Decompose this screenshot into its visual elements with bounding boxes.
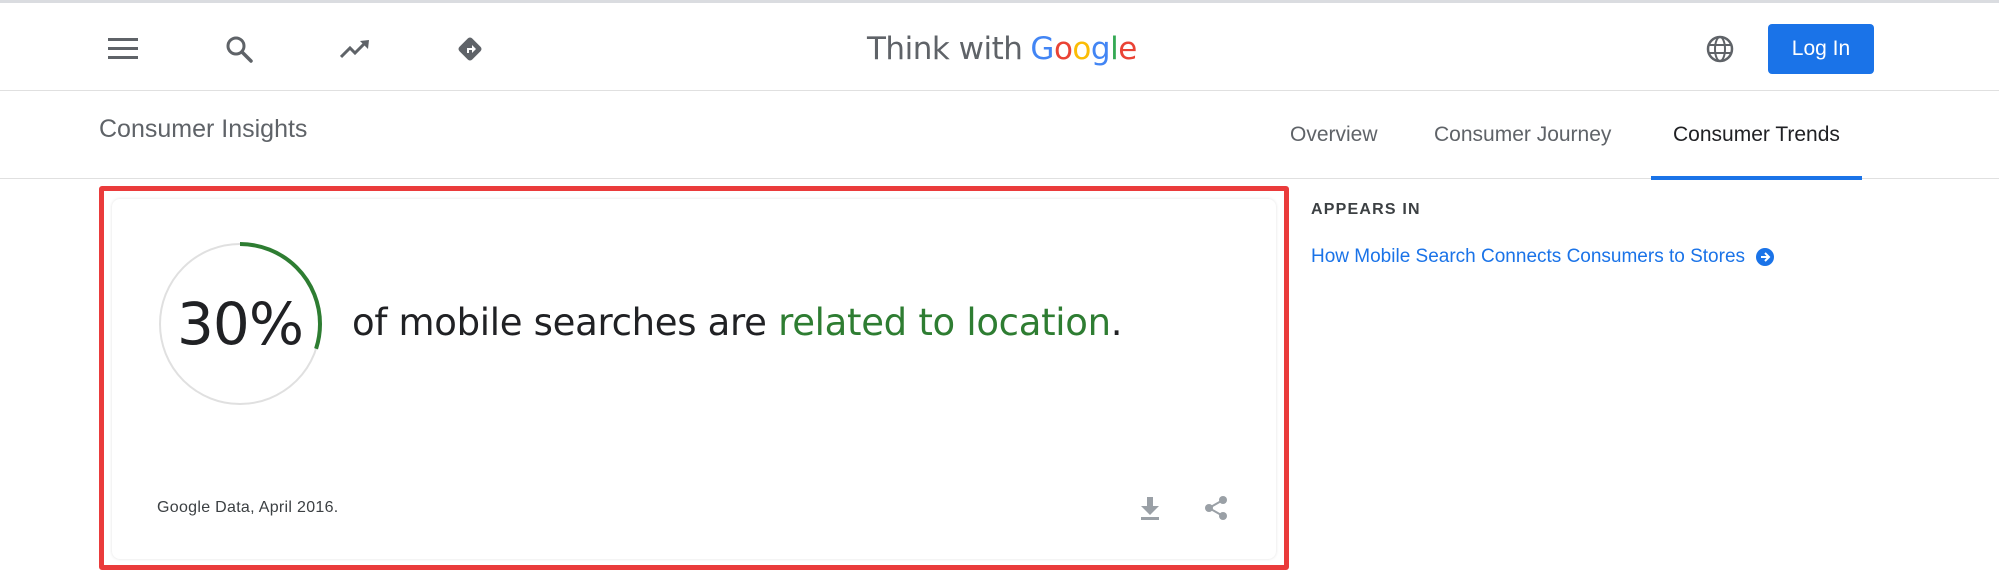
stat-percent: 30%: [177, 290, 304, 358]
brand-letter: o: [1053, 31, 1073, 67]
trending-button[interactable]: [333, 27, 377, 71]
related-article-link[interactable]: How Mobile Search Connects Consumers to …: [1311, 246, 1775, 268]
stat-card: 30% of mobile searches are related to lo…: [112, 199, 1276, 559]
stat-text-highlight: related to location: [778, 301, 1111, 344]
search-button[interactable]: [217, 27, 261, 71]
download-button[interactable]: [1133, 491, 1167, 525]
brand-letter: G: [1030, 31, 1054, 67]
tab-consumer-trends[interactable]: Consumer Trends: [1651, 91, 1862, 180]
stat-highlight-frame: 30% of mobile searches are related to lo…: [99, 186, 1289, 570]
share-icon: [1205, 496, 1227, 520]
login-button[interactable]: Log In: [1768, 24, 1874, 74]
brand-letter: l: [1110, 31, 1119, 67]
download-icon: [1141, 497, 1159, 520]
section-title[interactable]: Consumer Insights: [99, 115, 307, 144]
stat-text-plain: of mobile searches are: [352, 301, 779, 344]
sub-navigation: Consumer Insights Overview Consumer Jour…: [0, 91, 1999, 180]
menu-icon: [108, 38, 138, 59]
top-bar: Think with Google Log In: [0, 0, 1999, 91]
language-button[interactable]: [1698, 27, 1742, 71]
diamond-directions-icon: [458, 37, 482, 61]
share-button[interactable]: [1199, 491, 1233, 525]
directions-button[interactable]: [448, 27, 492, 71]
brand-letter: g: [1090, 31, 1111, 67]
brand-logo[interactable]: Think with Google: [867, 27, 1137, 71]
stat-source: Google Data, April 2016.: [157, 499, 339, 516]
brand-letter: o: [1072, 31, 1091, 67]
menu-button[interactable]: [101, 27, 145, 71]
tab-overview[interactable]: Overview: [1290, 91, 1378, 179]
globe-icon: [1706, 35, 1734, 63]
related-article-title: How Mobile Search Connects Consumers to …: [1311, 246, 1746, 267]
stat-text-end: .: [1110, 301, 1123, 344]
brand-prefix: Think with: [867, 31, 1023, 67]
search-icon: [226, 36, 253, 63]
appears-in-label: APPEARS IN: [1311, 201, 1421, 218]
stat-description: of mobile searches are related to locati…: [352, 301, 1123, 344]
tab-consumer-journey[interactable]: Consumer Journey: [1434, 91, 1611, 179]
trending-up-icon: [340, 40, 369, 59]
brand-letter: e: [1118, 31, 1137, 67]
arrow-circle-icon: [1756, 248, 1775, 266]
